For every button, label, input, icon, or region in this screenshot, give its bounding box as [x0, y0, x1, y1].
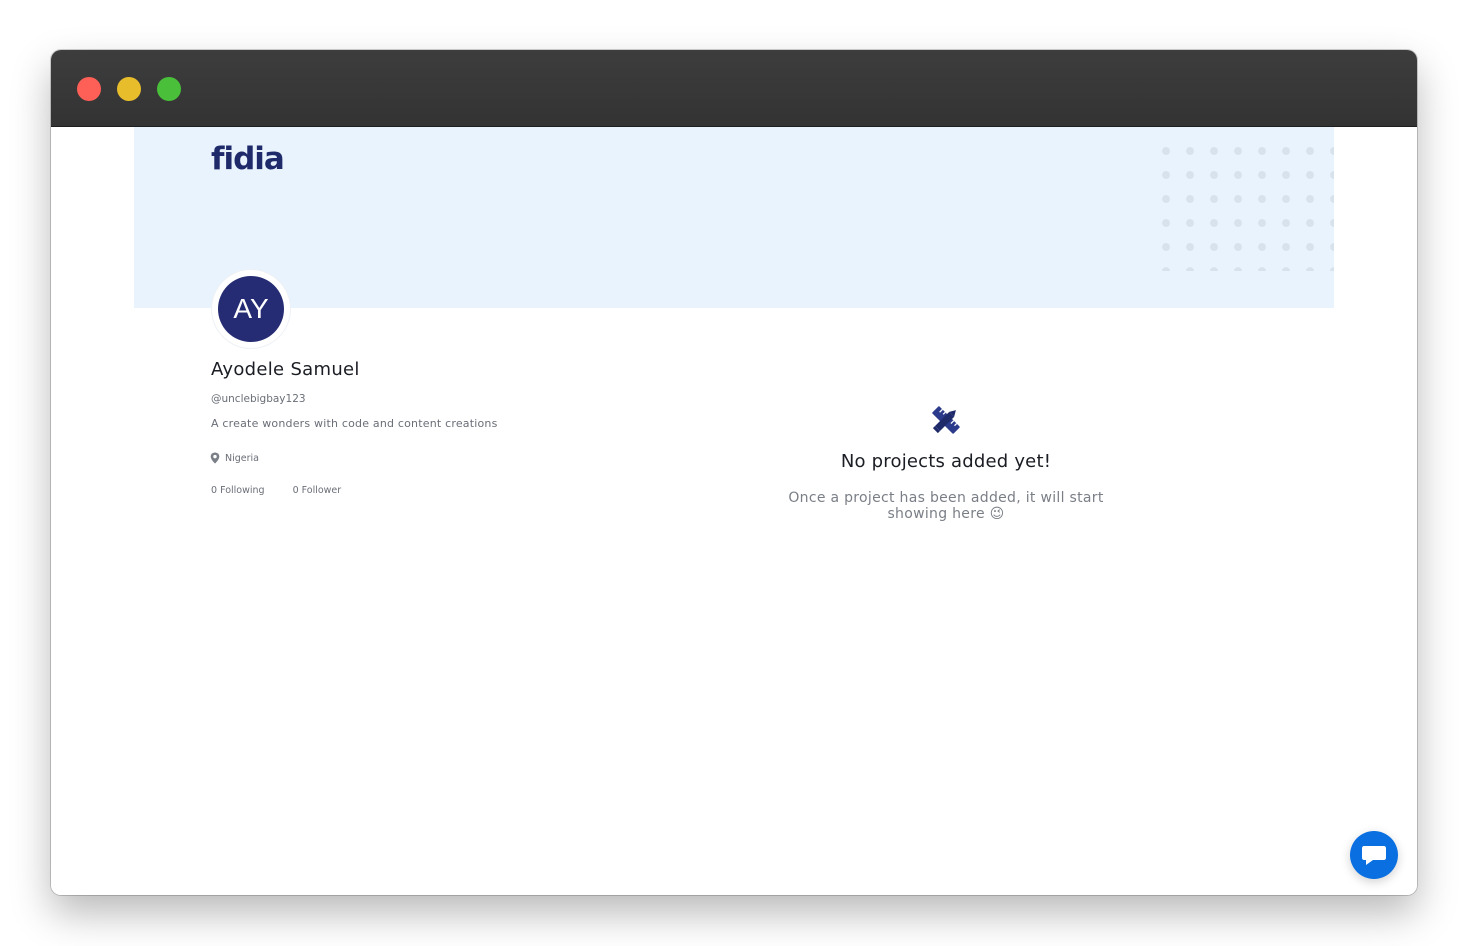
follower-count[interactable]: 0 Follower — [293, 485, 342, 496]
profile-handle: @unclebigbay123 — [211, 393, 306, 405]
following-count[interactable]: 0 Following — [211, 485, 265, 496]
dots-pattern-decoration — [1154, 139, 1334, 271]
avatar-ring: AY — [212, 270, 290, 348]
chat-button[interactable] — [1350, 831, 1398, 879]
logo-text: fidia — [211, 141, 285, 177]
window-titlebar — [51, 50, 1417, 127]
chat-bubble-icon — [1362, 846, 1386, 865]
minimize-window-button[interactable] — [117, 77, 141, 101]
pencil-ruler-icon — [932, 406, 960, 434]
profile-banner: fidia — [134, 127, 1334, 308]
location-text: Nigeria — [225, 452, 259, 464]
map-pin-icon — [210, 452, 220, 464]
avatar: AY — [218, 276, 284, 342]
close-window-button[interactable] — [77, 77, 101, 101]
browser-window: fidia AY Ayodele Samuel @unclebigbay123 … — [51, 50, 1417, 895]
projects-empty-state: No projects added yet! Once a project ha… — [776, 402, 1116, 522]
page-content: fidia AY Ayodele Samuel @unclebigbay123 … — [51, 127, 1417, 895]
profile-name: Ayodele Samuel — [211, 359, 360, 380]
empty-state-title: No projects added yet! — [840, 451, 1052, 472]
empty-state-description: Once a project has been added, it will s… — [788, 490, 1104, 522]
follow-stats: 0 Following 0 Follower — [211, 485, 341, 496]
fidia-logo[interactable]: fidia — [211, 137, 285, 181]
profile-location: Nigeria — [210, 452, 259, 464]
maximize-window-button[interactable] — [157, 77, 181, 101]
profile-bio: A create wonders with code and content c… — [211, 417, 498, 430]
